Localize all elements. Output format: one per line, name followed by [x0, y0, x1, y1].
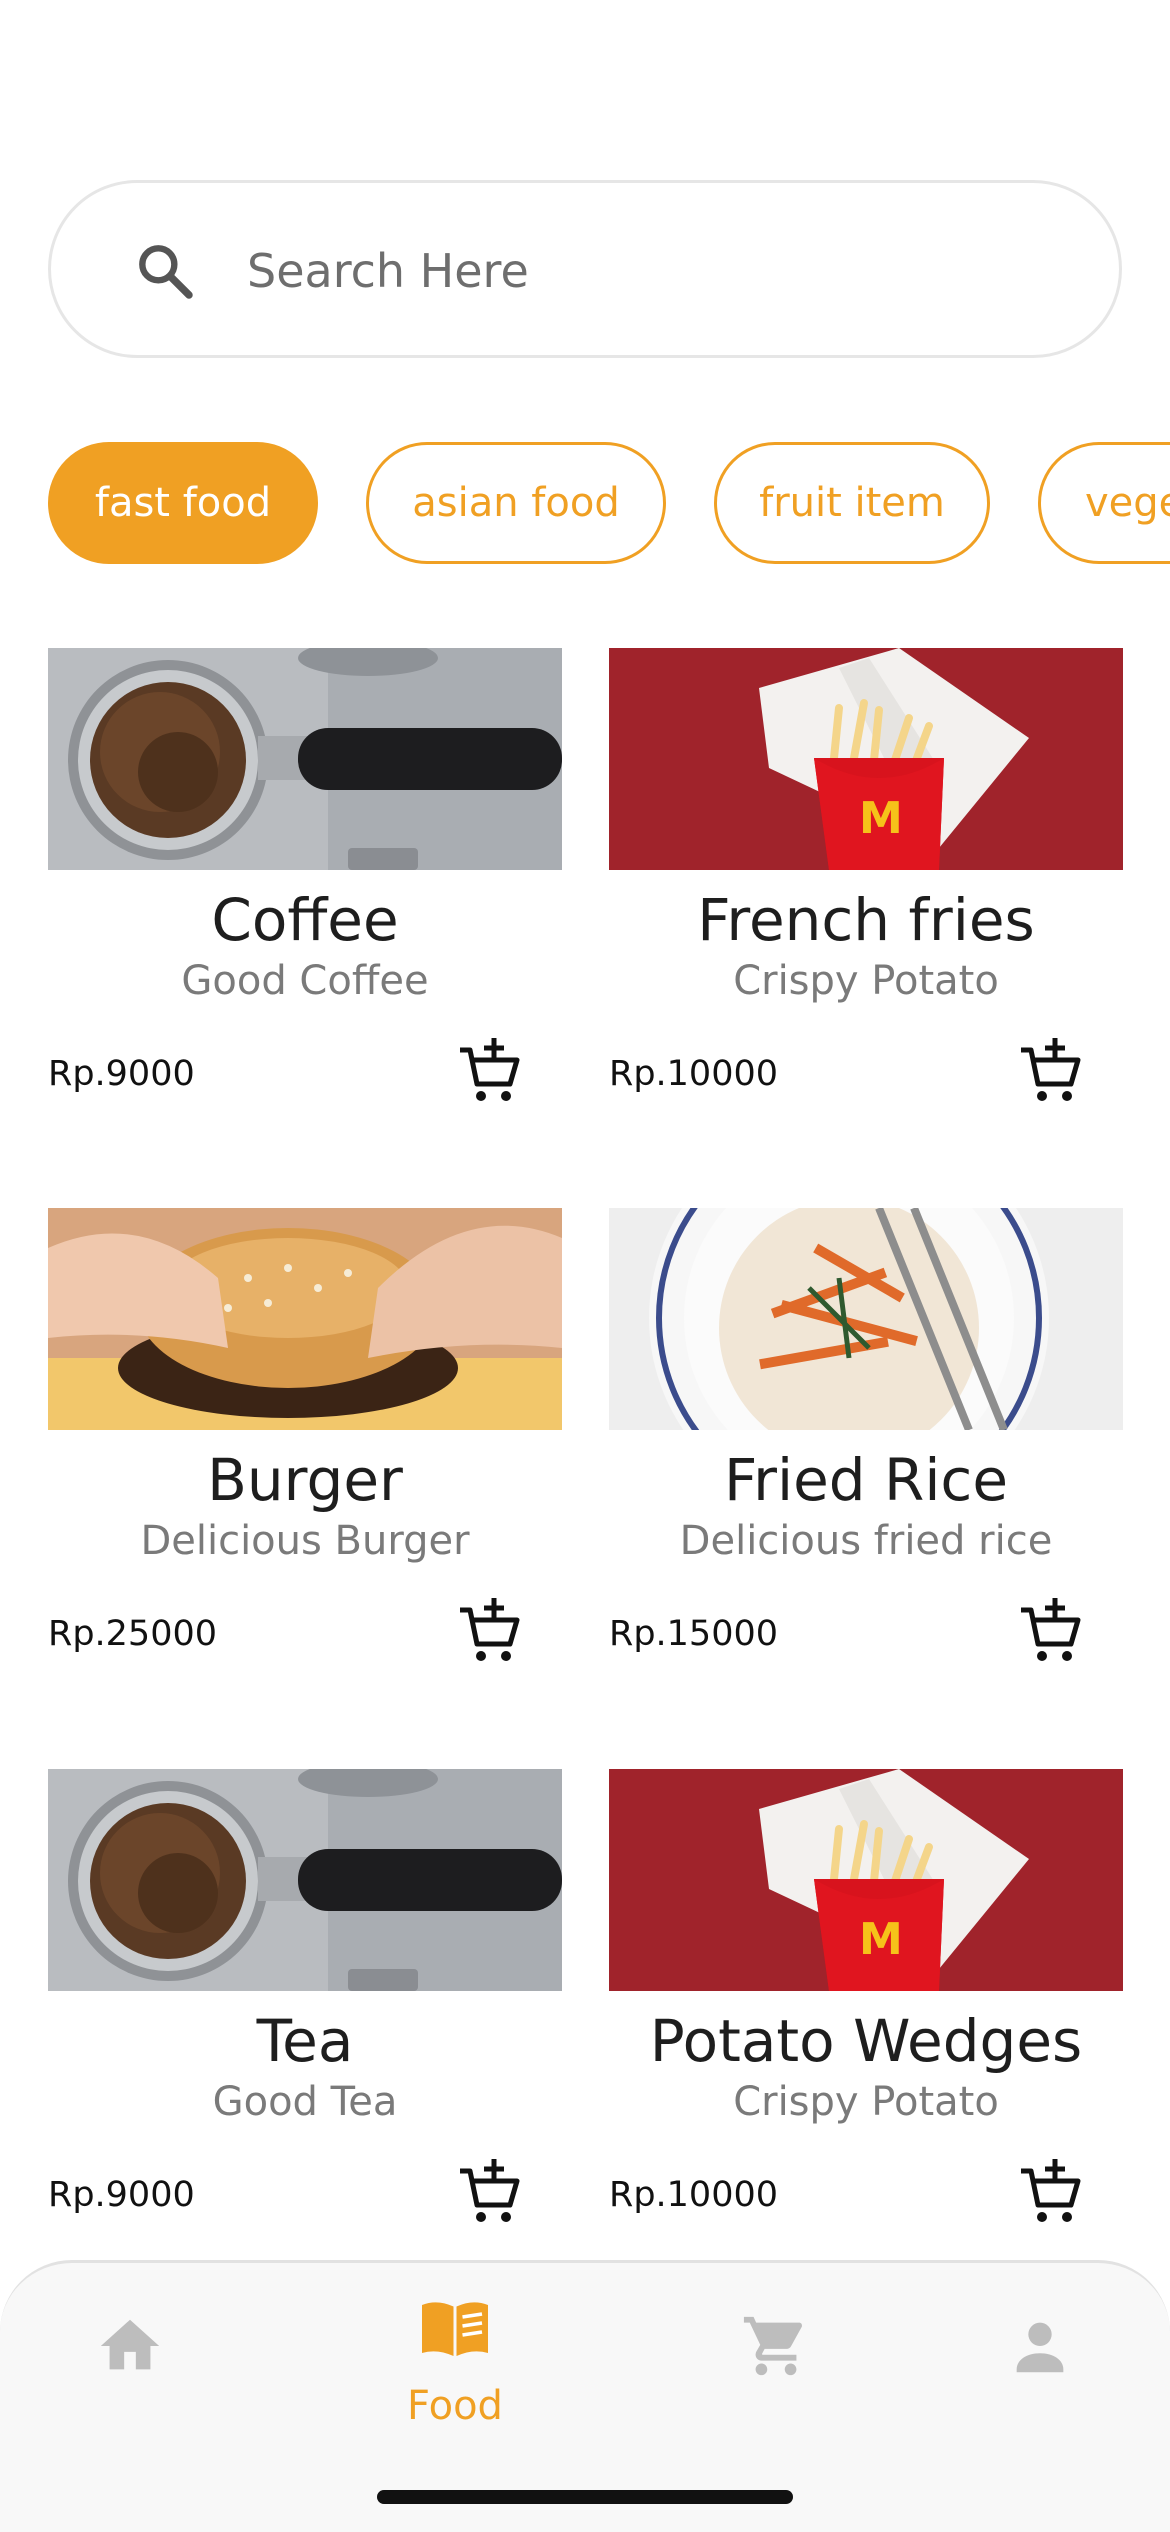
- menu-book-icon: [422, 2302, 488, 2356]
- food-title: Tea: [256, 2007, 354, 2075]
- add-to-cart-icon[interactable]: [1011, 2157, 1091, 2237]
- add-to-cart-icon[interactable]: [450, 1036, 530, 1116]
- nav-home[interactable]: [55, 2263, 205, 2443]
- chip-fruit-item[interactable]: fruit item: [714, 442, 990, 564]
- food-description: Crispy Potato: [733, 2079, 999, 2125]
- food-title: French fries: [697, 886, 1035, 954]
- nav-food[interactable]: Food: [380, 2263, 530, 2443]
- food-description: Good Coffee: [181, 958, 429, 1004]
- food-price: Rp.9000: [48, 2175, 195, 2215]
- food-price: Rp.10000: [609, 2175, 779, 2215]
- food-card[interactable]: Tea Good Tea Rp.9000: [48, 1769, 562, 2289]
- person-icon: [1016, 2322, 1064, 2373]
- food-title: Potato Wedges: [649, 2007, 1083, 2075]
- chip-asian-food[interactable]: asian food: [366, 442, 666, 564]
- chip-fast-food[interactable]: fast food: [48, 442, 318, 564]
- nav-cart[interactable]: [701, 2263, 851, 2443]
- food-card[interactable]: French fries Crispy Potato Rp.10000: [609, 648, 1123, 1168]
- category-chips: fast food asian food fruit item vegetabl…: [0, 442, 1170, 566]
- cart-icon: [743, 2316, 802, 2376]
- fried-rice-image: [609, 1208, 1123, 1430]
- food-price: Rp.15000: [609, 1614, 779, 1654]
- food-description: Good Tea: [212, 2079, 398, 2125]
- chip-vegetables[interactable]: vegetables: [1038, 442, 1170, 564]
- nav-food-label: Food: [407, 2383, 503, 2429]
- nav-profile[interactable]: [965, 2263, 1115, 2443]
- food-description: Delicious Burger: [140, 1518, 470, 1564]
- add-to-cart-icon[interactable]: [1011, 1596, 1091, 1676]
- food-title: Fried Rice: [723, 1446, 1009, 1514]
- food-title: Burger: [207, 1446, 403, 1514]
- search-input[interactable]: [247, 223, 1047, 319]
- home-icon: [100, 2319, 160, 2370]
- food-card[interactable]: Fried Rice Delicious fried rice Rp.15000: [609, 1208, 1123, 1728]
- food-card[interactable]: Potato Wedges Crispy Potato Rp.10000: [609, 1769, 1123, 2289]
- food-description: Crispy Potato: [733, 958, 999, 1004]
- coffee-image: [48, 1769, 562, 1991]
- food-price: Rp.10000: [609, 1054, 779, 1094]
- food-price: Rp.9000: [48, 1054, 195, 1094]
- food-card[interactable]: Coffee Good Coffee Rp.9000: [48, 648, 562, 1168]
- add-to-cart-icon[interactable]: [450, 2157, 530, 2237]
- fries-image: [609, 1769, 1123, 1991]
- add-to-cart-icon[interactable]: [1011, 1036, 1091, 1116]
- food-title: Coffee: [211, 886, 399, 954]
- fries-image: [609, 648, 1123, 870]
- food-price: Rp.25000: [48, 1614, 218, 1654]
- home-indicator: [377, 2490, 793, 2504]
- burger-image: [48, 1208, 562, 1430]
- search-bar[interactable]: [48, 180, 1122, 358]
- coffee-image: [48, 648, 562, 870]
- food-card[interactable]: Burger Delicious Burger Rp.25000: [48, 1208, 562, 1728]
- food-description: Delicious fried rice: [679, 1518, 1053, 1564]
- add-to-cart-icon[interactable]: [450, 1596, 530, 1676]
- search-icon: [139, 245, 193, 299]
